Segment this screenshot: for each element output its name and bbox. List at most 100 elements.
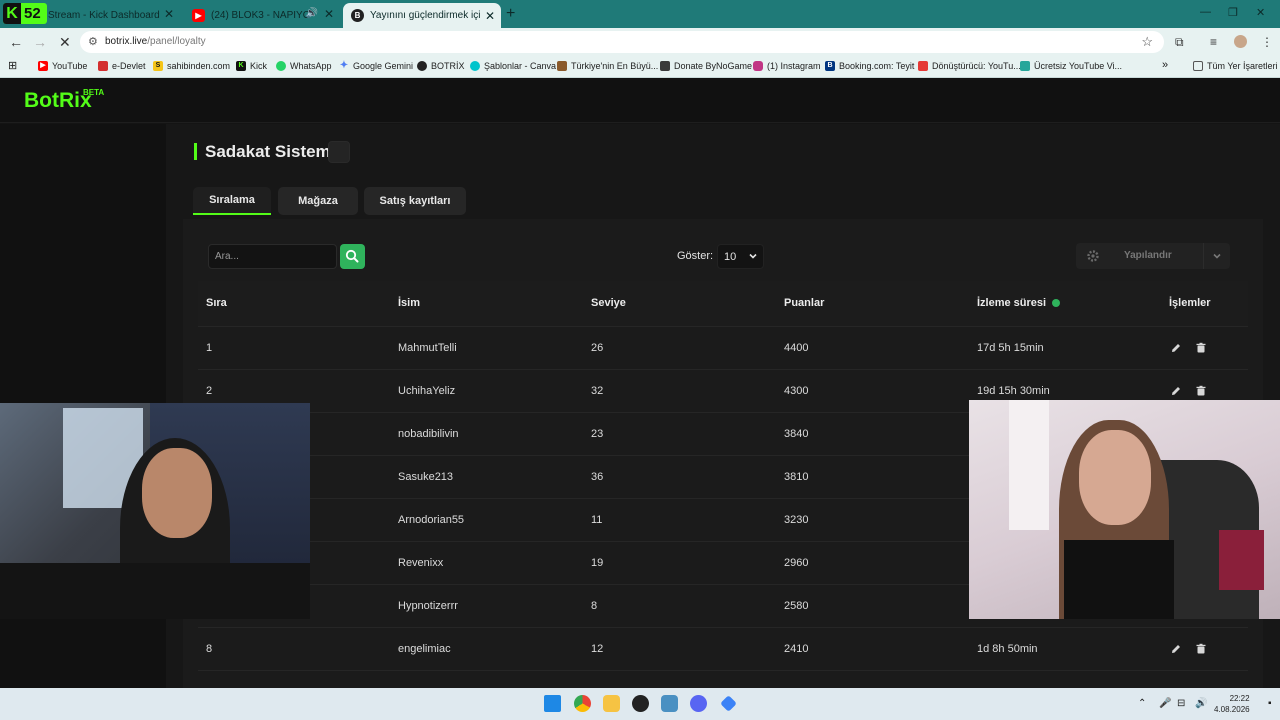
webcam-door [1009, 400, 1049, 530]
delete-icon[interactable] [1194, 384, 1208, 398]
bookmark-botrix[interactable]: BOTRİX [417, 61, 465, 71]
gear-icon [1087, 250, 1099, 262]
wall-poster [1219, 530, 1264, 590]
bookmark-edevlet[interactable]: e-Devlet [98, 61, 146, 71]
column-header-points[interactable]: Puanlar [776, 281, 969, 327]
address-bar[interactable]: ⚙ botrix.live/panel/loyalty ☆ [80, 31, 1164, 53]
cell-points: 3840 [776, 412, 969, 456]
video-site-icon [1020, 61, 1030, 71]
forward-icon[interactable]: → [33, 34, 47, 50]
cell-name: UchihaYeliz [390, 369, 583, 413]
site-info-icon[interactable]: ⚙ [88, 35, 98, 48]
cell-points: 3230 [776, 498, 969, 542]
close-tab-icon[interactable]: ✕ [324, 7, 334, 21]
column-header-level[interactable]: Seviye [583, 281, 776, 327]
configure-dropdown-toggle[interactable] [1203, 243, 1230, 269]
maximize-icon[interactable]: ❐ [1228, 6, 1238, 19]
all-bookmarks[interactable]: Tüm Yer İşaretleri [1193, 61, 1278, 71]
more-bookmarks-icon[interactable]: » [1162, 59, 1168, 71]
bookmark-youtube[interactable]: ▶ YouTube [38, 61, 87, 71]
menu-icon[interactable]: ⋮ [1261, 35, 1273, 49]
apps-grid-icon[interactable]: ⊞ [8, 59, 17, 72]
cell-level: 12 [583, 627, 776, 671]
back-icon[interactable]: ← [9, 34, 23, 50]
close-tab-icon[interactable]: ✕ [485, 9, 495, 23]
cell-rank: 1 [198, 326, 390, 370]
top-header: BotRix BETA [0, 79, 1280, 123]
extensions-icon[interactable]: ⧉ [1175, 35, 1184, 50]
profile-avatar[interactable] [1234, 35, 1247, 48]
file-explorer-icon[interactable] [603, 695, 620, 712]
new-tab-icon[interactable]: + [506, 5, 515, 23]
page-title: Sadakat Sistemi [194, 143, 335, 160]
bookmark-star-icon[interactable]: ☆ [1141, 34, 1153, 50]
edit-icon[interactable] [1169, 384, 1183, 398]
search-input[interactable] [208, 244, 337, 269]
cell-name: MahmutTelli [390, 326, 583, 370]
bookmark-turkiye[interactable]: Türkiye'nin En Büyü... [557, 61, 658, 71]
stop-loading-icon[interactable]: ✕ [59, 34, 71, 51]
column-header-rank[interactable]: Sıra [198, 281, 390, 327]
speaker-icon[interactable]: 🔊 [306, 8, 318, 19]
close-tab-icon[interactable]: ✕ [164, 7, 174, 21]
obs-icon[interactable] [632, 695, 649, 712]
volume-icon[interactable]: 🔊 [1195, 698, 1207, 709]
sahibinden-icon: S [153, 61, 163, 71]
edit-icon[interactable] [1169, 341, 1183, 355]
bookmark-sahibinden[interactable]: Ssahibinden.com [153, 61, 230, 71]
network-icon[interactable]: ⊟ [1177, 698, 1185, 709]
cell-points: 2410 [776, 627, 969, 671]
youtube-icon: ▶ [38, 61, 48, 71]
bookmark-booking[interactable]: B Booking.com: Teyit [825, 61, 914, 71]
system-clock[interactable]: 22:22 4.08.2026 [1214, 693, 1250, 715]
edit-icon[interactable] [1169, 642, 1183, 656]
url-text: botrix.live/panel/loyalty [105, 36, 206, 47]
close-window-icon[interactable]: ✕ [1256, 6, 1265, 19]
bookmark-canva[interactable]: Şablonlar - Canva [470, 61, 556, 71]
botrix-logo[interactable]: BotRix [24, 89, 92, 113]
discord-icon[interactable] [690, 695, 707, 712]
column-header-watch-time[interactable]: İzleme süresi [969, 281, 1161, 327]
bookmark-converter[interactable]: Dönüştürücü: YouTu... [918, 61, 1021, 71]
app-icon[interactable] [720, 695, 737, 712]
bookmark-whatsapp[interactable]: WhatsApp [276, 61, 332, 71]
notifications-icon[interactable]: ▪ [1268, 698, 1272, 709]
windows-taskbar: ⌃ 🎤 ⊟ 🔊 22:22 4.08.2026 ▪ [0, 688, 1280, 720]
cell-name: Hypnotizerrr [390, 584, 583, 628]
cell-level: 19 [583, 541, 776, 585]
microphone-icon[interactable]: 🎤 [1159, 698, 1171, 709]
minimize-icon[interactable]: — [1200, 6, 1211, 18]
bookmark-kick[interactable]: K Kick [236, 61, 267, 71]
tab-title: Stream - Kick Dashboard [48, 9, 160, 21]
configure-button[interactable]: Yapılandır [1076, 243, 1230, 269]
tab-sales-log[interactable]: Satış kayıtları [364, 187, 466, 215]
column-header-name[interactable]: İsim [390, 281, 583, 327]
cell-name: Sasuke213 [390, 455, 583, 499]
app-icon[interactable] [661, 695, 678, 712]
tab-kick-dashboard[interactable]: Stream - Kick Dashboard ✕ [44, 4, 180, 26]
cell-points: 3810 [776, 455, 969, 499]
info-icon[interactable] [1052, 299, 1061, 308]
folder-icon [1193, 61, 1203, 71]
configure-label: Yapılandır [1124, 250, 1172, 261]
media-controls-icon[interactable]: ≡ [1210, 35, 1217, 49]
chrome-icon[interactable] [574, 695, 591, 712]
bookmark-youtube-video[interactable]: Ücretsiz YouTube Vi... [1020, 61, 1122, 71]
bookmark-instagram[interactable]: (1) Instagram [753, 61, 821, 71]
start-icon[interactable] [544, 695, 561, 712]
bookmark-gemini[interactable]: ✦ Google Gemini [339, 61, 413, 72]
tab-youtube[interactable]: ▶ (24) BLOK3 - NAPIYOSUN M 🔊 ✕ [184, 4, 340, 26]
tray-overflow-icon[interactable]: ⌃ [1138, 698, 1146, 709]
page-size-select[interactable]: 10 [717, 244, 764, 269]
tab-ranking[interactable]: Sıralama [193, 187, 271, 215]
kick-badge: K 52 [3, 3, 47, 24]
search-button[interactable] [340, 244, 365, 269]
delete-icon[interactable] [1194, 642, 1208, 656]
tab-botrix[interactable]: B Yayınını güçlendirmek için en iy ✕ [343, 3, 501, 28]
bookmark-bynogame[interactable]: Donate ByNoGame [660, 61, 752, 71]
title-toggle-button[interactable] [328, 141, 350, 163]
delete-icon[interactable] [1194, 341, 1208, 355]
botrix-icon [417, 61, 427, 71]
tab-store[interactable]: Mağaza [278, 187, 358, 215]
converter-icon [918, 61, 928, 71]
